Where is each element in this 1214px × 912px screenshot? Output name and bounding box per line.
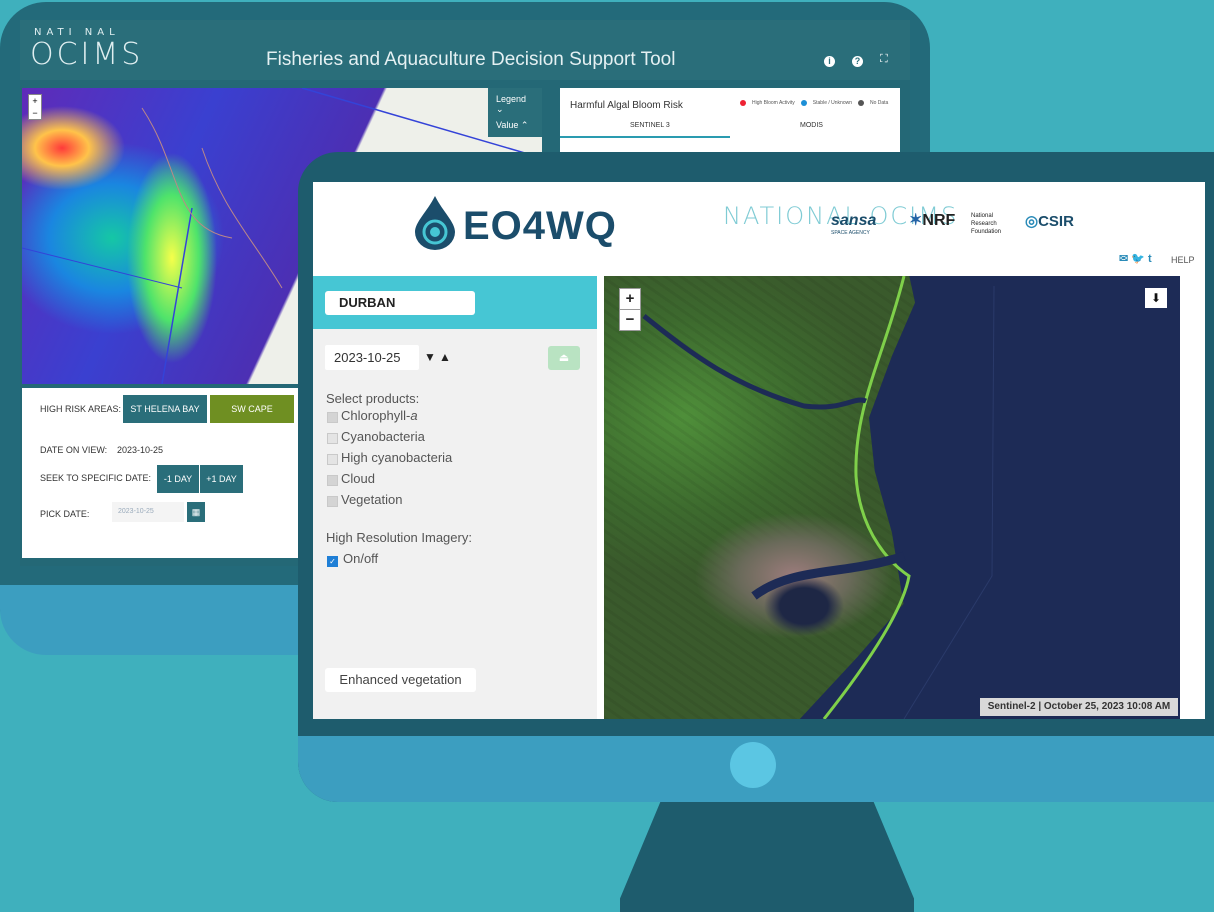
- ocims-header: NATI NAL OCIMS Fisheries and Aquaculture…: [20, 20, 910, 80]
- location-select[interactable]: DURBAN: [325, 291, 475, 315]
- date-next-button[interactable]: ▲: [439, 350, 451, 364]
- eo4wq-screen: EO4WQ NATIONAL OCIMS sansa SPACE AGENCY ✶…: [313, 182, 1205, 719]
- coastline: [822, 276, 911, 719]
- select-products-label: Select products:: [326, 391, 420, 406]
- plus-day-button[interactable]: +1 DAY: [200, 465, 243, 493]
- fullscreen-icon[interactable]: ⛶: [880, 53, 888, 66]
- high-cyanobacteria-label: High cyanobacteria: [341, 450, 453, 465]
- legend-stable: Stable / Unknown: [812, 100, 852, 106]
- enhanced-vegetation-button[interactable]: Enhanced vegetation: [325, 668, 476, 692]
- tile-boundary: [903, 285, 995, 719]
- map-zoom-controls[interactable]: + −: [28, 94, 42, 120]
- cyanobacteria-checkbox[interactable]: [327, 433, 338, 444]
- vegetation-checkbox[interactable]: [327, 496, 338, 507]
- zoom-in-button[interactable]: +: [619, 288, 641, 310]
- ocims-logo: OCIMS: [30, 37, 144, 72]
- no-data-dot: [858, 100, 864, 106]
- sidebar: DURBAN 2023-10-25 ▼ ▲ ⏏ Select products:…: [313, 276, 597, 719]
- social-links: ✉ 🐦 t: [1119, 252, 1152, 265]
- st-helena-bay-button[interactable]: ST HELENA BAY: [123, 395, 207, 423]
- boundary-line: [22, 247, 183, 289]
- zoom-out-button[interactable]: −: [619, 309, 641, 331]
- value-button[interactable]: Value ⌃: [488, 114, 542, 137]
- minus-day-button[interactable]: -1 DAY: [157, 465, 199, 493]
- chevron-down-icon: ⌄: [496, 104, 504, 114]
- seek-label: SEEK TO SPECIFIC DATE:: [40, 473, 152, 483]
- location-bar: DURBAN: [313, 276, 597, 329]
- power-button-icon: [730, 742, 776, 788]
- nrf-logo: ✶NRF: [909, 210, 955, 230]
- hab-legend: High Bloom Activity Stable / Unknown No …: [740, 100, 888, 106]
- zoom-in-button[interactable]: +: [29, 95, 41, 107]
- sansa-logo: sansa SPACE AGENCY: [831, 212, 876, 236]
- value-label: Value: [496, 120, 519, 130]
- csir-logo-text: CSIR: [1038, 213, 1074, 230]
- date-input[interactable]: 2023-10-25: [325, 345, 419, 370]
- chevron-up-icon: ⌃: [520, 120, 529, 130]
- download-icon[interactable]: ⏏: [548, 346, 580, 370]
- eo4wq-logo: EO4WQ: [463, 204, 617, 248]
- zoom-out-button[interactable]: −: [29, 107, 41, 119]
- tab-modis[interactable]: MODIS: [800, 122, 823, 129]
- help-link[interactable]: HELP: [1171, 255, 1195, 265]
- sansa-sub: SPACE AGENCY: [831, 230, 870, 236]
- legend-high: High Bloom Activity: [752, 100, 795, 106]
- chlorophyll-label: Chlorophyll-a: [341, 408, 418, 423]
- pick-date-label: PICK DATE:: [40, 509, 90, 519]
- cyanobacteria-label: Cyanobacteria: [341, 429, 425, 444]
- high-bloom-dot: [740, 100, 746, 106]
- csir-logo: ◎CSIR: [1025, 212, 1074, 230]
- date-on-view-label: DATE ON VIEW:: [40, 445, 108, 455]
- stable-dot: [800, 100, 807, 106]
- monitor-stand: [620, 800, 914, 912]
- nrf-logo-text: NRF: [922, 212, 956, 229]
- umgeni-river: [642, 314, 867, 410]
- imagery-attribution: Sentinel-2 | October 25, 2023 10:08 AM: [980, 698, 1178, 716]
- tumblr-icon[interactable]: t: [1148, 253, 1152, 265]
- tab-sentinel3[interactable]: SENTINEL 3: [630, 122, 670, 129]
- high-res-label: High Resolution Imagery:: [326, 530, 472, 545]
- mail-icon[interactable]: ✉: [1119, 253, 1128, 265]
- cloud-checkbox[interactable]: [327, 475, 338, 486]
- vegetation-label: Vegetation: [341, 492, 403, 507]
- road-line: [141, 107, 233, 239]
- water-drop-icon: [415, 196, 455, 250]
- map-download-icon[interactable]: ⬇: [1145, 288, 1167, 308]
- road-line: [201, 147, 283, 289]
- durban-harbour: [751, 551, 906, 600]
- date-on-view-value: 2023-10-25: [117, 445, 164, 455]
- nrf-subtitle: National Research Foundation: [971, 213, 1002, 235]
- twitter-icon[interactable]: 🐦: [1131, 253, 1145, 265]
- pick-date-input[interactable]: 2023-10-25: [112, 502, 184, 522]
- eo4wq-header: EO4WQ NATIONAL OCIMS sansa SPACE AGENCY ✶…: [313, 182, 1205, 276]
- chlorophyll-suffix: a: [410, 408, 418, 423]
- high-cyanobacteria-checkbox[interactable]: [327, 454, 338, 465]
- chlorophyll-text: Chlorophyll-: [341, 408, 411, 423]
- high-risk-label: HIGH RISK AREAS:: [40, 404, 122, 414]
- high-res-checkbox[interactable]: ✓: [327, 556, 338, 567]
- sw-cape-button[interactable]: SW CAPE: [210, 395, 294, 423]
- csir-emblem-icon: ◎: [1025, 213, 1039, 230]
- chlorophyll-checkbox[interactable]: [327, 412, 338, 423]
- app-title: Fisheries and Aquaculture Decision Suppo…: [266, 49, 676, 70]
- legend-nodata: No Data: [870, 100, 889, 106]
- nrf-star-icon: ✶: [909, 212, 923, 229]
- active-tab-indicator: [560, 136, 730, 138]
- satellite-map[interactable]: + − ⬇ Sentinel-2 | October 25, 2023 10:0…: [604, 276, 1180, 719]
- help-icon[interactable]: ?: [852, 56, 863, 67]
- hab-title: Harmful Algal Bloom Risk: [570, 100, 683, 111]
- map-features: [642, 276, 995, 719]
- boundary-line: [161, 207, 193, 384]
- onoff-label: On/off: [343, 551, 379, 566]
- calendar-icon[interactable]: ▦: [187, 502, 205, 522]
- date-previous-button[interactable]: ▼: [424, 350, 436, 364]
- info-icon[interactable]: i: [824, 56, 835, 67]
- cloud-label: Cloud: [341, 471, 375, 486]
- legend-label: Legend: [496, 94, 527, 104]
- sansa-logo-text: sansa: [831, 212, 877, 229]
